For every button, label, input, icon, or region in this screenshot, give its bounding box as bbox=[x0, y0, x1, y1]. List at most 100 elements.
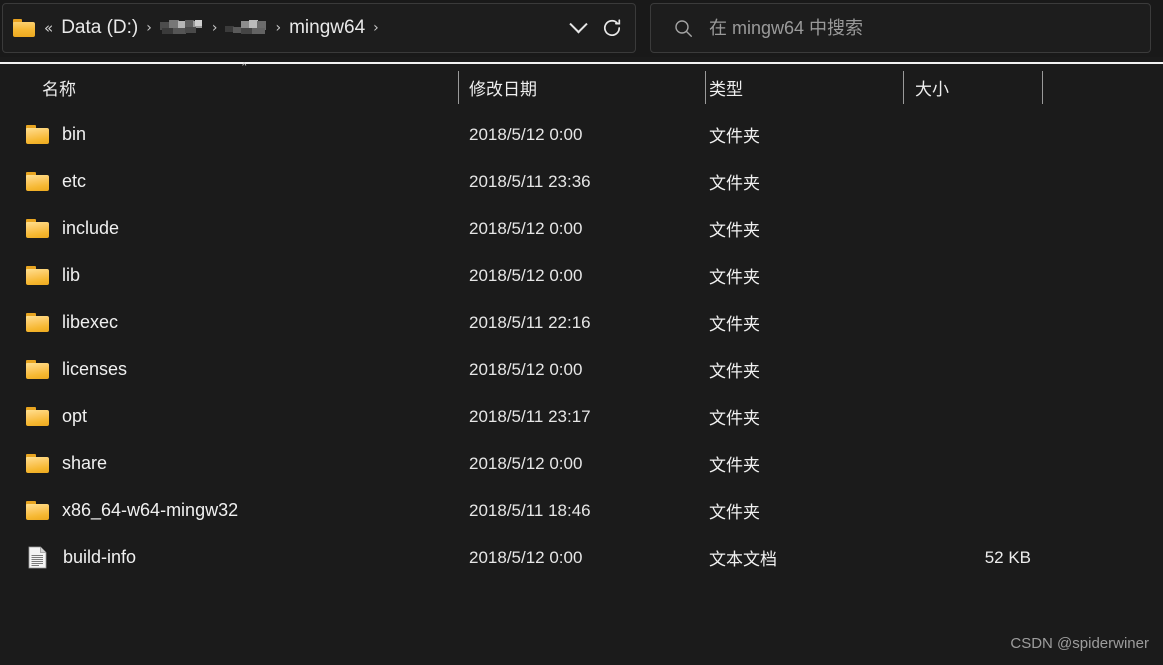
file-type-cell: 文本文档 bbox=[709, 534, 777, 581]
breadcrumb-overflow-icon[interactable]: « bbox=[44, 20, 53, 36]
breadcrumb-separator-icon: › bbox=[146, 20, 152, 36]
breadcrumb-item-redacted-1[interactable] bbox=[159, 18, 204, 38]
file-type-cell: 文件夹 bbox=[709, 111, 760, 158]
file-type-label: 文件夹 bbox=[709, 268, 760, 287]
table-row[interactable]: share 2018/5/12 0:00 文件夹 bbox=[0, 440, 1163, 487]
file-name-label: include bbox=[62, 218, 120, 238]
file-size-cell bbox=[903, 158, 1031, 205]
folder-icon bbox=[26, 125, 49, 144]
file-type-label: 文件夹 bbox=[709, 174, 760, 193]
breadcrumb-item-drive[interactable]: Data (D:) bbox=[61, 17, 138, 39]
table-row[interactable]: etc 2018/5/11 23:36 文件夹 bbox=[0, 158, 1163, 205]
file-type-cell: 文件夹 bbox=[709, 158, 760, 205]
explorer-toolbar: « Data (D:) › › › mingw64 › 在 mingw64 中搜… bbox=[0, 0, 1163, 57]
folder-icon bbox=[26, 407, 49, 426]
file-type-label: 文件夹 bbox=[709, 456, 760, 475]
file-list[interactable]: bin 2018/5/12 0:00 文件夹 etc 2018/5/11 23:36 文件… bbox=[0, 111, 1163, 611]
file-date-label: 2018/5/12 0:00 bbox=[469, 547, 583, 567]
file-size-cell bbox=[903, 252, 1031, 299]
refresh-icon[interactable] bbox=[595, 11, 629, 45]
column-header-size[interactable]: 大小 bbox=[915, 64, 949, 111]
table-row[interactable]: x86_64-w64-mingw32 2018/5/11 18:46 文件夹 bbox=[0, 487, 1163, 534]
folder-icon bbox=[26, 172, 49, 191]
file-size-cell bbox=[903, 205, 1031, 252]
file-type-label: 文本文档 bbox=[709, 550, 777, 569]
file-type-label: 文件夹 bbox=[709, 127, 760, 146]
file-name-label: opt bbox=[62, 406, 88, 426]
table-row[interactable]: bin 2018/5/12 0:00 文件夹 bbox=[0, 111, 1163, 158]
file-date-label: 2018/5/11 23:17 bbox=[469, 406, 591, 426]
table-row[interactable]: lib 2018/5/12 0:00 文件夹 bbox=[0, 252, 1163, 299]
breadcrumb-separator-icon: › bbox=[211, 20, 218, 36]
file-date-cell: 2018/5/11 23:36 bbox=[469, 158, 591, 205]
file-name-cell[interactable]: libexec bbox=[26, 299, 118, 346]
column-divider[interactable] bbox=[705, 71, 706, 104]
file-size-cell bbox=[903, 299, 1031, 346]
search-box[interactable]: 在 mingw64 中搜索 bbox=[650, 3, 1151, 53]
file-date-label: 2018/5/11 22:16 bbox=[469, 312, 591, 332]
file-type-cell: 文件夹 bbox=[709, 440, 760, 487]
file-date-cell: 2018/5/11 23:17 bbox=[469, 393, 591, 440]
search-input[interactable]: 在 mingw64 中搜索 bbox=[709, 17, 863, 39]
file-name-cell[interactable]: bin bbox=[26, 111, 86, 158]
file-name-cell[interactable]: etc bbox=[26, 158, 86, 205]
file-size-cell bbox=[903, 111, 1031, 158]
breadcrumb-item-redacted-2[interactable] bbox=[225, 18, 267, 38]
file-name-cell[interactable]: x86_64-w64-mingw32 bbox=[26, 487, 238, 534]
column-header-type[interactable]: 类型 bbox=[709, 64, 743, 111]
table-row[interactable]: licenses 2018/5/12 0:00 文件夹 bbox=[0, 346, 1163, 393]
file-name-cell[interactable]: opt bbox=[26, 393, 87, 440]
file-date-label: 2018/5/12 0:00 bbox=[469, 453, 583, 473]
breadcrumb-separator-icon: › bbox=[373, 20, 379, 36]
text-document-icon bbox=[28, 546, 47, 569]
file-name-label: licenses bbox=[62, 359, 128, 379]
file-date-label: 2018/5/12 0:00 bbox=[469, 124, 583, 144]
file-name-cell[interactable]: include bbox=[26, 205, 119, 252]
breadcrumb-item-current[interactable]: mingw64 bbox=[289, 17, 365, 39]
file-name-cell[interactable]: lib bbox=[26, 252, 80, 299]
sort-ascending-icon: ˄ bbox=[241, 62, 248, 77]
address-bar[interactable]: « Data (D:) › › › mingw64 › bbox=[2, 3, 636, 53]
file-type-cell: 文件夹 bbox=[709, 299, 760, 346]
column-header-row: 名称 修改日期 类型 大小 bbox=[0, 64, 1163, 111]
column-divider[interactable] bbox=[1042, 71, 1043, 104]
file-size-cell bbox=[903, 440, 1031, 487]
column-divider[interactable] bbox=[903, 71, 904, 104]
file-date-cell: 2018/5/12 0:00 bbox=[469, 205, 582, 252]
file-type-cell: 文件夹 bbox=[709, 205, 760, 252]
file-name-cell[interactable]: share bbox=[26, 440, 107, 487]
file-type-cell: 文件夹 bbox=[709, 393, 760, 440]
file-name-cell[interactable]: build-info bbox=[26, 534, 136, 581]
file-date-cell: 2018/5/12 0:00 bbox=[469, 534, 582, 581]
file-date-cell: 2018/5/12 0:00 bbox=[469, 111, 582, 158]
file-explorer-window: « Data (D:) › › › mingw64 › 在 mingw64 中搜… bbox=[0, 0, 1163, 665]
file-date-cell: 2018/5/12 0:00 bbox=[469, 252, 582, 299]
file-size-cell bbox=[903, 487, 1031, 534]
file-date-label: 2018/5/11 23:36 bbox=[469, 171, 591, 191]
file-name-label: libexec bbox=[62, 312, 119, 332]
file-date-label: 2018/5/11 18:46 bbox=[469, 500, 591, 520]
file-size-cell: 52 KB bbox=[903, 534, 1031, 581]
folder-icon bbox=[26, 219, 49, 238]
file-type-cell: 文件夹 bbox=[709, 346, 760, 393]
search-icon bbox=[673, 18, 693, 38]
column-divider[interactable] bbox=[458, 71, 459, 104]
table-row[interactable]: opt 2018/5/11 23:17 文件夹 bbox=[0, 393, 1163, 440]
file-type-label: 文件夹 bbox=[709, 362, 760, 381]
file-date-label: 2018/5/12 0:00 bbox=[469, 359, 583, 379]
file-date-cell: 2018/5/12 0:00 bbox=[469, 440, 582, 487]
file-name-cell[interactable]: licenses bbox=[26, 346, 127, 393]
file-size-label: 52 KB bbox=[984, 547, 1031, 567]
table-row[interactable]: include 2018/5/12 0:00 文件夹 bbox=[0, 205, 1163, 252]
folder-icon bbox=[26, 313, 49, 332]
table-row[interactable]: build-info 2018/5/12 0:00 文本文档 52 KB bbox=[0, 534, 1163, 581]
table-row[interactable]: libexec 2018/5/11 22:16 文件夹 bbox=[0, 299, 1163, 346]
file-type-label: 文件夹 bbox=[709, 315, 760, 334]
column-header-date[interactable]: 修改日期 bbox=[469, 64, 537, 111]
folder-icon bbox=[26, 360, 49, 379]
file-type-cell: 文件夹 bbox=[709, 252, 760, 299]
column-header-name[interactable]: 名称 bbox=[42, 64, 76, 111]
file-type-cell: 文件夹 bbox=[709, 487, 760, 534]
folder-icon bbox=[26, 454, 49, 473]
chevron-down-icon[interactable] bbox=[561, 11, 595, 45]
